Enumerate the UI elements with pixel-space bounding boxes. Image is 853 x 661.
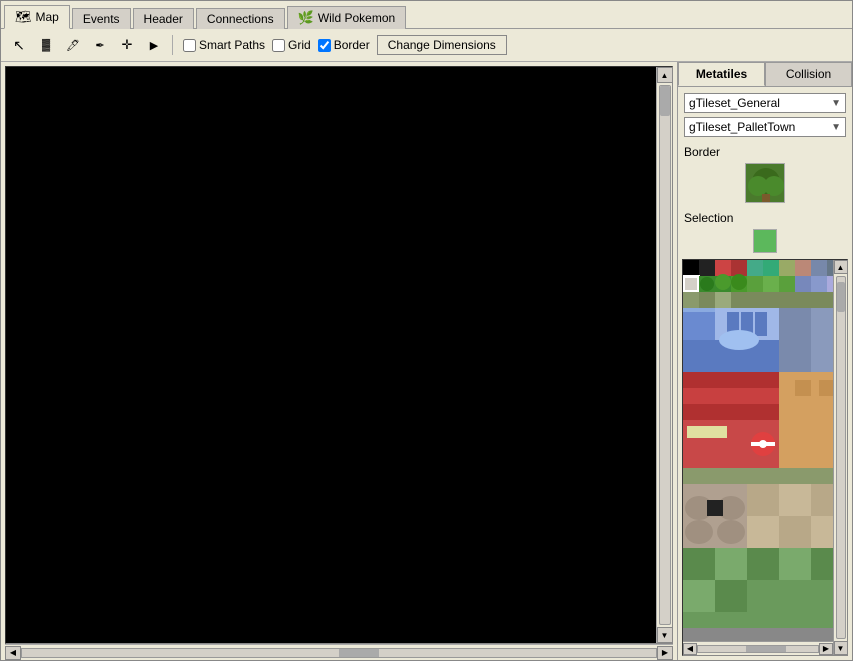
tool-forward[interactable]: ▶: [142, 33, 166, 57]
tileset-vscroll: ▲ ▼: [833, 260, 847, 655]
tool-paint[interactable]: 🖊: [61, 33, 85, 57]
border-label: Border: [334, 38, 370, 52]
border-preview: [745, 163, 785, 203]
change-dimensions-button[interactable]: Change Dimensions: [377, 35, 507, 55]
panel-content: gTileset_General ▼ gTileset_PalletTown ▼…: [678, 87, 852, 259]
tileset-scroll-left[interactable]: ◀: [683, 643, 697, 655]
tab-events[interactable]: Events: [72, 8, 131, 29]
tab-wildpokemon-label: Wild Pokemon: [318, 11, 395, 25]
tileset1-label: gTileset_General: [689, 96, 780, 110]
tileset-hscroll: ◀ ▶: [683, 641, 833, 655]
smart-paths-label: Smart Paths: [199, 38, 265, 52]
tileset2-dropdown[interactable]: gTileset_PalletTown ▼: [684, 117, 846, 137]
right-panel: Metatiles Collision gTileset_General ▼ g…: [677, 62, 852, 660]
wildpokemon-tab-icon: 🌿: [298, 10, 314, 26]
tab-connections-label: Connections: [207, 12, 274, 26]
tileset-scroll-right[interactable]: ▶: [819, 643, 833, 655]
smart-paths-check[interactable]: Smart Paths: [183, 38, 265, 52]
selection-section-label: Selection: [684, 211, 846, 225]
tab-map-label: Map: [36, 10, 59, 24]
map-vscroll-thumb: [660, 86, 670, 116]
border-tile-svg: [746, 164, 785, 203]
tileset2-label: gTileset_PalletTown: [689, 120, 795, 134]
grid-check[interactable]: Grid: [272, 38, 311, 52]
tab-map[interactable]: 🗺 Map: [4, 5, 70, 29]
tab-connections[interactable]: Connections: [196, 8, 285, 29]
map-container: ▲ ▼ ◀ ▶: [1, 62, 677, 660]
tileset2-arrow: ▼: [831, 122, 841, 133]
selection-preview-container: [684, 229, 846, 253]
map-vscroll: ▲ ▼: [656, 67, 672, 643]
selection-preview: [753, 229, 777, 253]
tool-move[interactable]: ✛: [115, 33, 139, 57]
tab-bar: 🗺 Map Events Header Connections 🌿 Wild P…: [1, 1, 852, 29]
tileset1-dropdown[interactable]: gTileset_General ▼: [684, 93, 846, 113]
map-tab-icon: 🗺: [15, 9, 32, 25]
tool-fill[interactable]: ▓: [34, 33, 58, 57]
panel-tab-collision[interactable]: Collision: [765, 62, 852, 86]
tab-header-label: Header: [144, 12, 183, 26]
tileset-scroll-down[interactable]: ▼: [834, 641, 848, 655]
map-scroll-down[interactable]: ▼: [657, 627, 673, 643]
tileset-svg: [683, 260, 833, 655]
border-check[interactable]: Border: [318, 38, 370, 52]
map-vscroll-track[interactable]: [659, 85, 671, 625]
smart-paths-checkbox[interactable]: [183, 39, 196, 52]
tileset-hscroll-track[interactable]: [697, 645, 819, 653]
map-scroll-up[interactable]: ▲: [657, 67, 673, 83]
border-preview-container: [684, 163, 846, 203]
map-hscroll-track[interactable]: [21, 648, 657, 658]
tab-header[interactable]: Header: [133, 8, 194, 29]
main-window: 🗺 Map Events Header Connections 🌿 Wild P…: [0, 0, 853, 661]
tool-pointer[interactable]: ↖: [7, 33, 31, 57]
map-scroll-left[interactable]: ◀: [5, 646, 21, 660]
tileset-vscroll-track[interactable]: [836, 276, 846, 639]
tileset-grid: [683, 260, 833, 655]
tileset-vscroll-thumb: [837, 282, 845, 312]
grid-checkbox[interactable]: [272, 39, 285, 52]
panel-tab-metatiles[interactable]: Metatiles: [678, 62, 765, 86]
grid-label: Grid: [288, 38, 311, 52]
tool-eyedrop[interactable]: ✒: [88, 33, 112, 57]
toolbar-separator: [172, 35, 173, 55]
tileset-scroll-up[interactable]: ▲: [834, 260, 848, 274]
panel-tabs: Metatiles Collision: [678, 62, 852, 87]
tileset-area[interactable]: ▲ ▼ ◀ ▶: [682, 259, 848, 656]
border-section-label: Border: [684, 145, 846, 159]
tab-wildpokemon[interactable]: 🌿 Wild Pokemon: [287, 6, 407, 29]
map-hscroll: ◀ ▶: [5, 644, 673, 660]
map-scroll-right[interactable]: ▶: [657, 646, 673, 660]
main-content: ▲ ▼ ◀ ▶ Metatiles: [1, 62, 852, 660]
toolbar: ↖ ▓ 🖊 ✒ ✛ ▶ Smart Paths Grid Border: [1, 29, 852, 62]
map-canvas[interactable]: [6, 67, 656, 643]
tileset1-arrow: ▼: [831, 98, 841, 109]
map-hscroll-thumb: [339, 649, 379, 657]
tab-events-label: Events: [83, 12, 120, 26]
border-checkbox[interactable]: [318, 39, 331, 52]
tileset-hscroll-thumb: [746, 646, 786, 652]
